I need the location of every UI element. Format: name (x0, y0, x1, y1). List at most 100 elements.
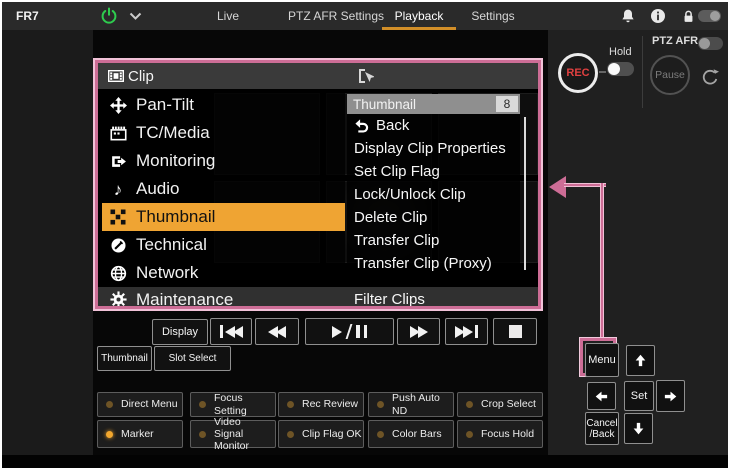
assignable-button-color-bars[interactable]: Color Bars (368, 420, 454, 448)
hold-toggle[interactable] (607, 62, 634, 76)
tc-media-icon (109, 124, 127, 142)
submenu-item-transfer-clip-proxy[interactable]: Transfer Clip (Proxy) (347, 252, 520, 275)
submenu-item-back[interactable]: Back (347, 114, 520, 137)
led-indicator (377, 431, 384, 438)
submenu-item-label: Set Clip Flag (354, 163, 440, 180)
assignable-button-direct-menu[interactable]: Direct Menu (97, 392, 183, 417)
chevron-down-icon[interactable] (129, 12, 142, 21)
skip-forward-button[interactable] (445, 318, 488, 345)
rewind-button[interactable] (255, 318, 299, 345)
submenu-item-filter-clips[interactable]: Filter Clips (347, 288, 520, 309)
monitoring-icon (109, 152, 127, 170)
submenu-item-label: Lock/Unlock Clip (354, 186, 466, 203)
menu-item-thumbnail[interactable]: Thumbnail (102, 203, 345, 231)
up-arrow-icon (633, 353, 648, 368)
menu-item-monitoring[interactable]: Monitoring (102, 147, 345, 175)
menu-overlay: Clip Pan-Tilt TC/Media Monitoring ♪ Audi… (95, 60, 541, 309)
tab-ptz-afr-settings[interactable]: PTZ AFR Settings (274, 2, 398, 30)
led-indicator (199, 401, 206, 408)
assignable-button-rec-review[interactable]: Rec Review (278, 392, 364, 417)
led-indicator (106, 431, 113, 438)
menu-item-label: Audio (136, 179, 179, 199)
up-arrow-button[interactable] (626, 345, 655, 376)
cancel-back-label: Cancel (586, 418, 617, 429)
submenu-item-label: Filter Clips (354, 291, 425, 308)
submenu-item-label: Display Clip Properties (354, 140, 506, 157)
menu-item-maintenance[interactable]: Maintenance (102, 287, 345, 309)
ptz-afr-label: PTZ AFR (652, 35, 698, 47)
play-pause-icon (332, 324, 367, 339)
led-indicator (106, 401, 113, 408)
assignable-button-focus-hold[interactable]: Focus Hold (457, 420, 543, 448)
play-pause-button[interactable] (305, 318, 394, 345)
display-button[interactable]: Display (152, 319, 208, 345)
assignable-button-focus-setting[interactable]: Focus Setting (190, 392, 276, 417)
set-button[interactable]: Set (624, 381, 654, 411)
cursor-icon (356, 67, 374, 85)
assignable-button-crop-select[interactable]: Crop Select (457, 392, 543, 417)
bell-icon[interactable] (620, 8, 636, 24)
hold-label: Hold (609, 46, 632, 58)
assignable-button-clip-flag-ok[interactable]: Clip Flag OK (278, 420, 364, 448)
info-icon[interactable] (650, 8, 666, 24)
menu-item-tc-media[interactable]: TC/Media (102, 119, 345, 147)
refresh-ccw-icon[interactable] (701, 68, 719, 86)
submenu-item-display-clip-properties[interactable]: Display Clip Properties (347, 137, 520, 160)
right-arrow-button[interactable] (656, 380, 685, 412)
tab-playback[interactable]: Playback (382, 2, 456, 30)
cancel-back-button[interactable]: Cancel /Back (585, 412, 619, 445)
assignable-button-video-signal-monitor[interactable]: Video Signal Monitor (190, 420, 276, 448)
set-button-label: Set (631, 390, 648, 402)
rec-button[interactable]: REC (558, 53, 598, 93)
skip-backward-icon (220, 325, 243, 338)
app-window: FR7 Live PTZ AFR Settings Playback Setti… (2, 2, 728, 468)
rec-button-label: REC (566, 67, 589, 79)
tab-settings[interactable]: Settings (464, 2, 522, 30)
audio-icon: ♪ (109, 180, 127, 198)
submenu-item-transfer-clip[interactable]: Transfer Clip (347, 229, 520, 252)
menu-item-audio[interactable]: ♪ Audio (102, 175, 345, 203)
led-indicator (466, 431, 473, 438)
lock-toggle[interactable] (698, 10, 721, 22)
left-arrow-button[interactable] (587, 382, 616, 410)
submenu-scrollbar[interactable] (524, 117, 526, 270)
menu-item-network[interactable]: Network (102, 259, 345, 287)
menu-item-pan-tilt[interactable]: Pan-Tilt (102, 91, 345, 119)
submenu-item-lock-unlock-clip[interactable]: Lock/Unlock Clip (347, 183, 520, 206)
led-indicator (377, 401, 384, 408)
thumbnail-button[interactable]: Thumbnail (97, 346, 152, 371)
menu-item-label: Thumbnail (136, 207, 215, 227)
slot-select-button-label: Slot Select (169, 353, 217, 364)
assignable-button-marker[interactable]: Marker (97, 420, 183, 448)
submenu-item-label: Delete Clip (354, 209, 427, 226)
lock-icon[interactable] (681, 9, 696, 23)
assignable-label: Marker (121, 428, 154, 440)
assignable-label: Clip Flag OK (302, 428, 362, 440)
ptz-afr-toggle[interactable] (698, 37, 723, 50)
bottom-strip (2, 455, 728, 468)
fast-forward-button[interactable] (397, 318, 440, 345)
rewind-icon (268, 326, 286, 338)
submenu-item-set-clip-flag[interactable]: Set Clip Flag (347, 160, 520, 183)
down-arrow-button[interactable] (624, 413, 653, 444)
menu-item-technical[interactable]: Technical (102, 231, 345, 259)
device-name: FR7 (16, 2, 39, 30)
left-gutter (2, 30, 93, 455)
tab-live[interactable]: Live (200, 2, 256, 30)
assignable-label: Crop Select (481, 398, 536, 410)
slot-select-button[interactable]: Slot Select (154, 346, 231, 371)
power-icon[interactable] (100, 7, 118, 25)
led-indicator (199, 431, 206, 438)
submenu-item-delete-clip[interactable]: Delete Clip (347, 206, 520, 229)
stop-button[interactable] (493, 318, 537, 345)
skip-backward-button[interactable] (210, 318, 252, 345)
back-icon (354, 118, 370, 133)
assignable-button-push-auto-nd[interactable]: Push Auto ND (368, 392, 454, 417)
menu-item-label: Maintenance (136, 290, 233, 310)
assignable-label: Push Auto ND (392, 392, 453, 416)
menu-button[interactable]: Menu (585, 343, 619, 377)
menu-item-label: Monitoring (136, 151, 215, 171)
submenu-title: Thumbnail (353, 97, 496, 112)
pause-button[interactable]: Pause (650, 55, 690, 95)
skip-forward-icon (455, 325, 478, 338)
